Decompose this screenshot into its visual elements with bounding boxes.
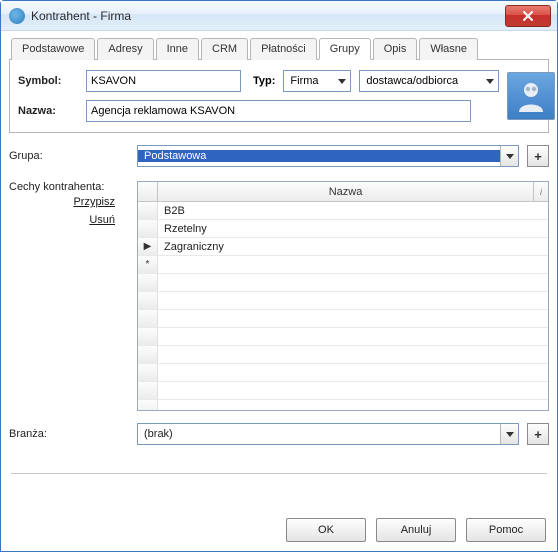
titlebar: Kontrahent - Firma (1, 1, 557, 31)
tab-platnosci[interactable]: Płatności (250, 38, 317, 60)
table-row[interactable]: ▶ Zagraniczny (138, 238, 548, 256)
table-row[interactable]: B2B (138, 202, 548, 220)
symbol-label: Symbol: (18, 75, 78, 87)
row-marker-current: ▶ (138, 238, 158, 256)
grid-corner (138, 182, 158, 201)
close-button[interactable] (505, 5, 551, 27)
window-title: Kontrahent - Firma (31, 9, 131, 23)
row-marker-new: * (138, 256, 158, 274)
chevron-down-icon (486, 79, 494, 84)
tabstrip: Podstawowe Adresy Inne CRM Płatności Gru… (9, 37, 549, 60)
tab-crm[interactable]: CRM (201, 38, 248, 60)
tab-opis[interactable]: Opis (373, 38, 418, 60)
button-bar: OK Anuluj Pomoc (286, 518, 546, 542)
typ-label: Typ: (253, 75, 275, 87)
branza-row: Branża: (brak) + (9, 423, 549, 445)
cell-nazwa[interactable] (158, 256, 548, 274)
tab-wlasne[interactable]: Własne (419, 38, 478, 60)
cechy-usun-link[interactable]: Usuń (9, 211, 115, 229)
cell-nazwa[interactable]: B2B (158, 202, 548, 220)
avatar[interactable] (507, 72, 555, 120)
branza-combobox[interactable]: (brak) (137, 423, 519, 445)
cell-nazwa[interactable]: Zagraniczny (158, 238, 548, 256)
chevron-down-icon (338, 79, 346, 84)
branza-add-button[interactable]: + (527, 423, 549, 445)
typ-value: Firma (290, 75, 318, 87)
pomoc-button[interactable]: Pomoc (466, 518, 546, 542)
cechy-grid[interactable]: Nazwa i B2B Rzetelny ▶ Zagraniczny * (137, 181, 549, 411)
row-marker (138, 202, 158, 220)
cechy-przypisz-link[interactable]: Przypisz (9, 193, 115, 211)
table-row[interactable]: * (138, 256, 548, 274)
tab-adresy[interactable]: Adresy (97, 38, 153, 60)
tab-inne[interactable]: Inne (156, 38, 199, 60)
grupa-dropdown-button[interactable] (500, 146, 518, 166)
anuluj-button[interactable]: Anuluj (376, 518, 456, 542)
grupa-row: Grupa: Podstawowa + (9, 145, 549, 167)
grupa-add-button[interactable]: + (527, 145, 549, 167)
header-box: Symbol: Typ: Firma dostawca/odbiorca Naz… (9, 60, 549, 133)
tab-podstawowe[interactable]: Podstawowe (11, 38, 95, 60)
chevron-down-icon (506, 432, 514, 437)
grid-sort-button[interactable]: i (534, 182, 548, 201)
table-row[interactable]: Rzetelny (138, 220, 548, 238)
nazwa-label: Nazwa: (18, 105, 78, 117)
col-nazwa[interactable]: Nazwa (158, 182, 534, 201)
symbol-input[interactable] (86, 70, 241, 92)
tab-grupy[interactable]: Grupy (319, 38, 371, 60)
grid-body: B2B Rzetelny ▶ Zagraniczny * (138, 202, 548, 410)
app-icon (9, 8, 25, 24)
grupa-combobox[interactable]: Podstawowa (137, 145, 519, 167)
grupa-label: Grupa: (9, 150, 129, 162)
branza-label: Branża: (9, 428, 129, 440)
grupa-value: Podstawowa (138, 150, 500, 162)
nazwa-input[interactable] (86, 100, 471, 122)
person-icon (513, 78, 549, 114)
rola-dropdown[interactable]: dostawca/odbiorca (359, 70, 499, 92)
row-marker (138, 220, 158, 238)
rola-value: dostawca/odbiorca (366, 75, 458, 87)
cechy-label: Cechy kontrahenta: (9, 181, 129, 193)
cell-nazwa[interactable]: Rzetelny (158, 220, 548, 238)
typ-dropdown[interactable]: Firma (283, 70, 351, 92)
branza-dropdown-button[interactable] (500, 424, 518, 444)
chevron-down-icon (506, 154, 514, 159)
close-icon (522, 10, 534, 22)
branza-value: (brak) (138, 428, 500, 440)
ok-button[interactable]: OK (286, 518, 366, 542)
